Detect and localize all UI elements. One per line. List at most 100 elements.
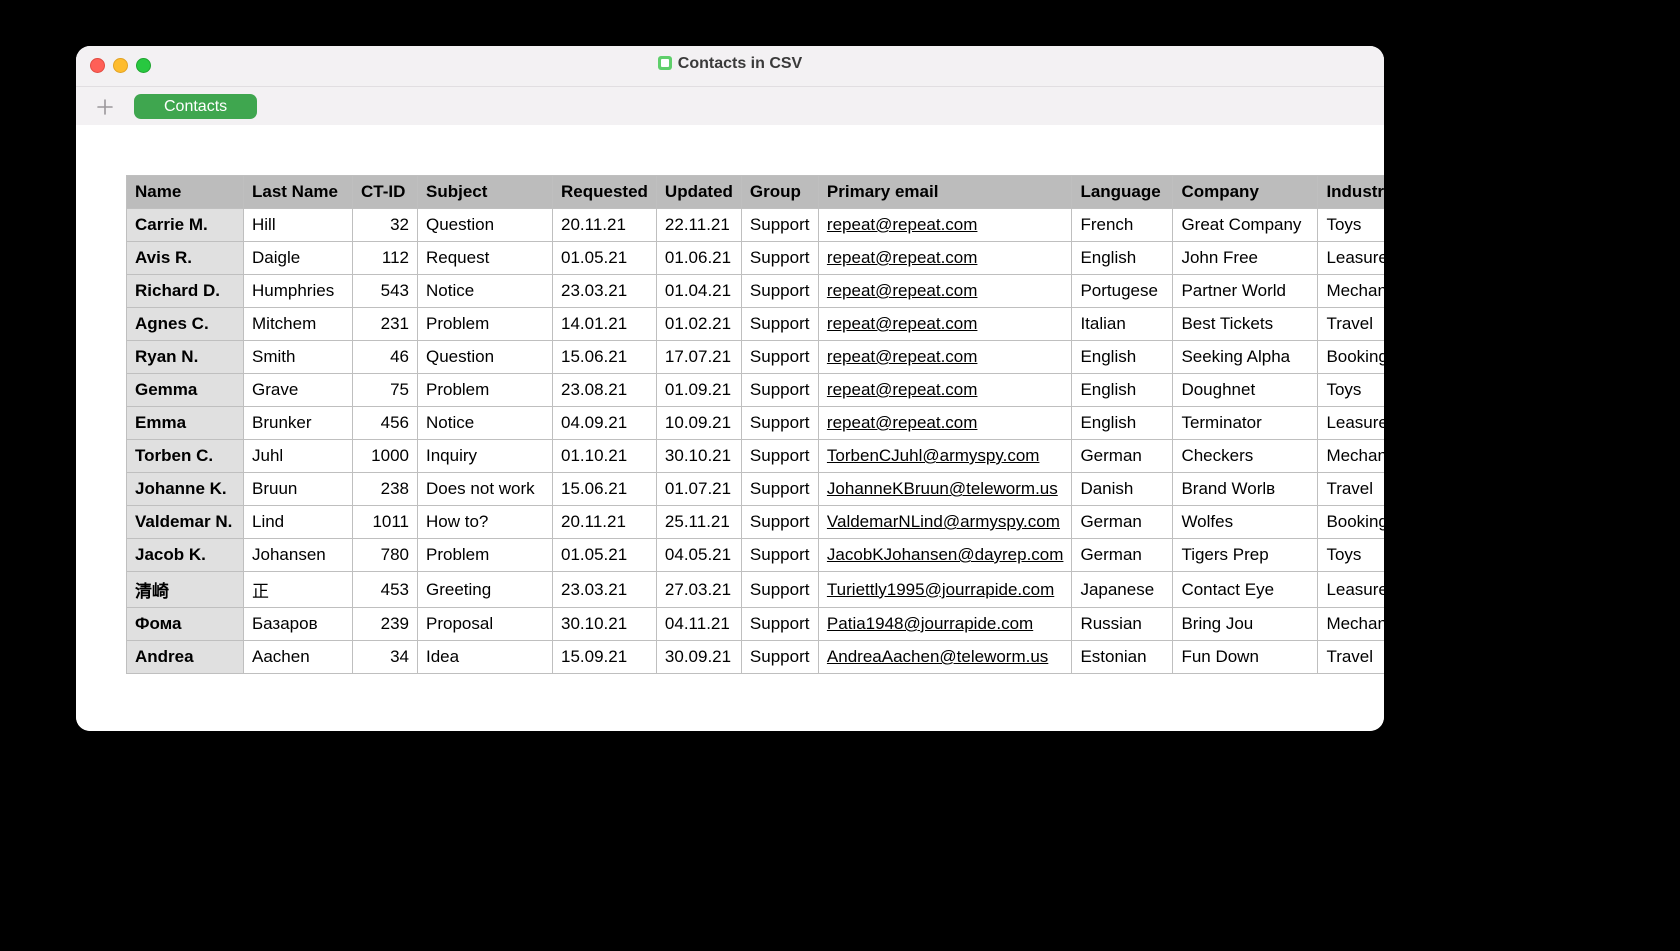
cell-updated[interactable]: 10.09.21 [656,407,741,440]
cell-group[interactable]: Support [741,608,818,641]
cell-email[interactable]: ValdemarNLind@armyspy.com [818,506,1072,539]
cell-subject[interactable]: How to? [418,506,553,539]
cell-industry[interactable]: Travel [1318,308,1384,341]
cell-requested[interactable]: 01.10.21 [553,440,657,473]
cell-lastname[interactable]: Bruun [244,473,353,506]
cell-email[interactable]: JacobKJohansen@dayrep.com [818,539,1072,572]
email-link[interactable]: ValdemarNLind@armyspy.com [827,512,1060,531]
cell-requested[interactable]: 30.10.21 [553,608,657,641]
cell-language[interactable]: English [1072,374,1173,407]
cell-subject[interactable]: Problem [418,539,553,572]
cell-group[interactable]: Support [741,539,818,572]
cell-email[interactable]: AndreaAachen@teleworm.us [818,641,1072,674]
cell-company[interactable]: Seeking Alpha [1173,341,1318,374]
cell-ctid[interactable]: 239 [353,608,418,641]
cell-industry[interactable]: Mechanics [1318,275,1384,308]
cell-name[interactable]: Richard D. [127,275,244,308]
cell-ctid[interactable]: 780 [353,539,418,572]
email-link[interactable]: repeat@repeat.com [827,281,978,300]
cell-requested[interactable]: 23.03.21 [553,572,657,608]
col-header-group[interactable]: Group [741,176,818,209]
cell-industry[interactable]: Mechanics [1318,608,1384,641]
cell-name[interactable]: Фома [127,608,244,641]
cell-language[interactable]: English [1072,242,1173,275]
cell-email[interactable]: repeat@repeat.com [818,242,1072,275]
cell-updated[interactable]: 22.11.21 [656,209,741,242]
cell-email[interactable]: repeat@repeat.com [818,275,1072,308]
cell-language[interactable]: Russian [1072,608,1173,641]
cell-industry[interactable]: Leasure [1318,407,1384,440]
cell-updated[interactable]: 17.07.21 [656,341,741,374]
cell-name[interactable]: Ryan N. [127,341,244,374]
cell-requested[interactable]: 15.06.21 [553,473,657,506]
cell-updated[interactable]: 01.07.21 [656,473,741,506]
cell-name[interactable]: Valdemar N. [127,506,244,539]
cell-requested[interactable]: 23.03.21 [553,275,657,308]
cell-updated[interactable]: 30.10.21 [656,440,741,473]
cell-lastname[interactable]: Humphries [244,275,353,308]
cell-industry[interactable]: Leasure [1318,572,1384,608]
cell-requested[interactable]: 01.05.21 [553,242,657,275]
cell-requested[interactable]: 20.11.21 [553,209,657,242]
cell-industry[interactable]: Booking [1318,506,1384,539]
spreadsheet-canvas[interactable]: Name Last Name CT-ID Subject Requested U… [76,125,1384,731]
cell-group[interactable]: Support [741,275,818,308]
cell-email[interactable]: repeat@repeat.com [818,341,1072,374]
cell-company[interactable]: Terminator [1173,407,1318,440]
cell-group[interactable]: Support [741,242,818,275]
cell-industry[interactable]: Booking [1318,341,1384,374]
cell-updated[interactable]: 01.06.21 [656,242,741,275]
col-header-subject[interactable]: Subject [418,176,553,209]
cell-ctid[interactable]: 231 [353,308,418,341]
col-header-company[interactable]: Company [1173,176,1318,209]
cell-updated[interactable]: 01.09.21 [656,374,741,407]
cell-company[interactable]: Partner World [1173,275,1318,308]
cell-lastname[interactable]: Grave [244,374,353,407]
cell-name[interactable]: Andrea [127,641,244,674]
cell-ctid[interactable]: 1011 [353,506,418,539]
col-header-ctid[interactable]: CT-ID [353,176,418,209]
cell-ctid[interactable]: 456 [353,407,418,440]
cell-lastname[interactable]: Juhl [244,440,353,473]
cell-requested[interactable]: 04.09.21 [553,407,657,440]
email-link[interactable]: JohanneKBruun@teleworm.us [827,479,1058,498]
cell-industry[interactable]: Toys [1318,209,1384,242]
col-header-industry[interactable]: Industry [1318,176,1384,209]
cell-lastname[interactable]: Lind [244,506,353,539]
cell-group[interactable]: Support [741,341,818,374]
cell-email[interactable]: TorbenCJuhl@armyspy.com [818,440,1072,473]
cell-updated[interactable]: 01.02.21 [656,308,741,341]
cell-ctid[interactable]: 34 [353,641,418,674]
col-header-name[interactable]: Name [127,176,244,209]
cell-language[interactable]: German [1072,506,1173,539]
cell-subject[interactable]: Question [418,341,553,374]
col-header-language[interactable]: Language [1072,176,1173,209]
cell-name[interactable]: Avis R. [127,242,244,275]
cell-name[interactable]: Johanne K. [127,473,244,506]
email-link[interactable]: TorbenCJuhl@armyspy.com [827,446,1040,465]
cell-lastname[interactable]: Johansen [244,539,353,572]
cell-industry[interactable]: Mechanics [1318,440,1384,473]
cell-lastname[interactable]: 正 [244,572,353,608]
email-link[interactable]: repeat@repeat.com [827,215,978,234]
cell-language[interactable]: German [1072,539,1173,572]
cell-email[interactable]: JohanneKBruun@teleworm.us [818,473,1072,506]
cell-ctid[interactable]: 75 [353,374,418,407]
cell-ctid[interactable]: 543 [353,275,418,308]
cell-industry[interactable]: Toys [1318,539,1384,572]
cell-industry[interactable]: Toys [1318,374,1384,407]
col-header-email[interactable]: Primary email [818,176,1072,209]
cell-language[interactable]: German [1072,440,1173,473]
email-link[interactable]: AndreaAachen@teleworm.us [827,647,1048,666]
cell-language[interactable]: Japanese [1072,572,1173,608]
cell-language[interactable]: Portugese [1072,275,1173,308]
cell-ctid[interactable]: 112 [353,242,418,275]
cell-company[interactable]: Checkers [1173,440,1318,473]
cell-industry[interactable]: Travel [1318,641,1384,674]
cell-group[interactable]: Support [741,440,818,473]
sheet-tab-contacts[interactable]: Contacts [134,94,257,119]
add-sheet-button[interactable] [94,96,116,118]
cell-requested[interactable]: 14.01.21 [553,308,657,341]
cell-company[interactable]: Contact Eye [1173,572,1318,608]
cell-language[interactable]: Italian [1072,308,1173,341]
